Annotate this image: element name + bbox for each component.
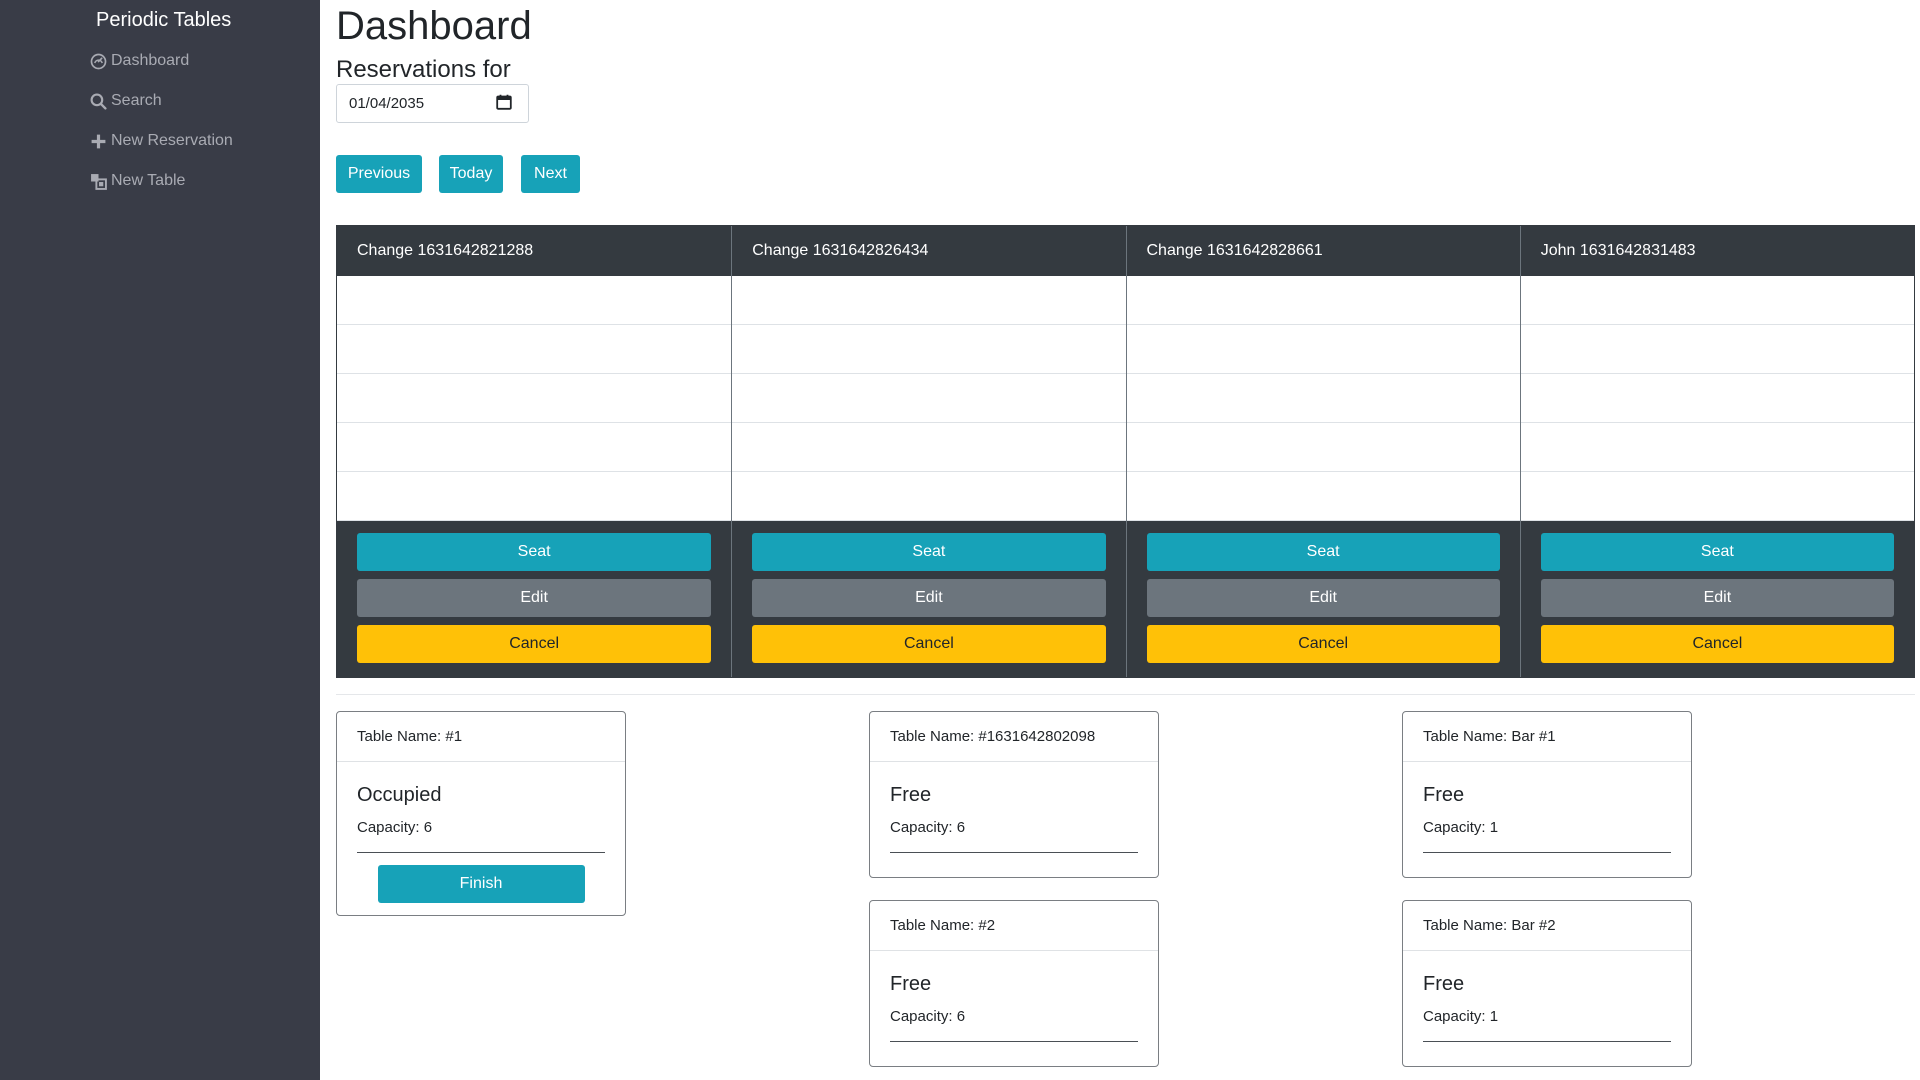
table-card: Table Name: #1631642802098 Free Capacity…	[869, 711, 1159, 878]
edit-button[interactable]: Edit	[1540, 579, 1894, 617]
reservation-detail-row	[1520, 325, 1914, 374]
table-card: Table Name: #2 Free Capacity: 6	[869, 900, 1159, 1067]
calendar-icon[interactable]	[496, 94, 516, 114]
table-capacity: Capacity: 6	[357, 819, 433, 836]
sidebar-item-new-reservation[interactable]: New Reservation	[90, 129, 233, 153]
table-name: Table Name: #1	[337, 712, 625, 762]
reservations-grid: Change 1631642821288 Seat Edit Cancel Ch…	[336, 225, 1915, 678]
reservation-detail-row	[732, 276, 1126, 325]
edit-button[interactable]: Edit	[752, 579, 1106, 617]
reservation-actions: Seat Edit Cancel	[1520, 521, 1914, 677]
reservation-card: Change 1631642828661 Seat Edit Cancel	[1125, 226, 1520, 677]
date-value: 01/04/2035	[349, 95, 425, 112]
table-card-body: Free Capacity: 6	[870, 951, 1158, 1066]
table-status: Free	[890, 784, 932, 806]
new-table-icon	[90, 173, 107, 190]
table-name: Table Name: Bar #1	[1403, 712, 1691, 762]
reservation-detail-row	[1126, 276, 1520, 325]
reservation-name: Change 1631642821288	[337, 226, 732, 276]
edit-button[interactable]: Edit	[357, 579, 712, 617]
cancel-button[interactable]: Cancel	[357, 625, 712, 663]
seat-button[interactable]: Seat	[752, 533, 1106, 571]
seat-button[interactable]: Seat	[357, 533, 712, 571]
reservation-detail-row	[732, 423, 1126, 472]
table-card: Table Name: Bar #1 Free Capacity: 1	[1402, 711, 1692, 878]
cancel-button[interactable]: Cancel	[1540, 625, 1894, 663]
reservation-actions: Seat Edit Cancel	[337, 521, 732, 677]
reservation-detail-row	[337, 374, 732, 423]
reservation-card: Change 1631642821288 Seat Edit Cancel	[337, 226, 732, 677]
table-card-body: Free Capacity: 1	[1403, 951, 1691, 1066]
reservation-detail-row	[1126, 472, 1520, 521]
table-card-body: Occupied Capacity: 6 Finish	[337, 762, 625, 915]
reservation-detail-row	[1520, 276, 1914, 325]
sidebar-item-label: Search	[111, 92, 162, 109]
reservation-name: Change 1631642828661	[1126, 226, 1520, 276]
reservation-detail-row	[1126, 423, 1520, 472]
reservation-detail-row	[732, 374, 1126, 423]
dashboard-icon	[90, 53, 107, 70]
reservation-detail-row	[337, 423, 732, 472]
table-card: Table Name: #1 Occupied Capacity: 6 Fini…	[336, 711, 626, 916]
seat-button[interactable]: Seat	[1146, 533, 1500, 571]
sidebar-item-new-table[interactable]: New Table	[90, 169, 185, 193]
reservations-for-heading: Reservations for	[336, 56, 511, 83]
finish-button[interactable]: Finish	[377, 865, 585, 903]
reservation-detail-row	[337, 325, 732, 374]
table-card: Table Name: Bar #2 Free Capacity: 1	[1402, 900, 1692, 1067]
search-icon	[90, 93, 107, 110]
reservation-name: John 1631642831483	[1520, 226, 1914, 276]
table-status: Free	[1423, 973, 1465, 995]
reservation-detail-row	[1126, 325, 1520, 374]
reservation-card: John 1631642831483 Seat Edit Cancel	[1519, 226, 1914, 677]
sidebar: Periodic Tables Dashboard Search New Res…	[0, 0, 320, 1080]
table-status: Free	[890, 973, 932, 995]
brand-title[interactable]: Periodic Tables	[96, 9, 231, 32]
reservation-name: Change 1631642826434	[732, 226, 1126, 276]
table-status: Free	[1423, 784, 1465, 806]
table-capacity: Capacity: 6	[890, 1008, 966, 1025]
reservation-detail-row	[1126, 374, 1520, 423]
reservation-detail-row	[1520, 472, 1914, 521]
sidebar-item-label: New Reservation	[111, 132, 233, 149]
sidebar-item-dashboard[interactable]: Dashboard	[90, 49, 189, 73]
reservation-actions: Seat Edit Cancel	[1126, 521, 1520, 677]
page-title: Dashboard	[336, 4, 532, 48]
cancel-button[interactable]: Cancel	[1146, 625, 1500, 663]
reservation-card: Change 1631642826434 Seat Edit Cancel	[731, 226, 1126, 677]
table-status: Occupied	[357, 784, 442, 806]
table-capacity: Capacity: 1	[1423, 1008, 1499, 1025]
reservation-detail-row	[337, 472, 732, 521]
reservation-date-input[interactable]: 01/04/2035	[336, 84, 529, 123]
seat-button[interactable]: Seat	[1540, 533, 1894, 571]
cancel-button[interactable]: Cancel	[752, 625, 1106, 663]
table-card-body: Free Capacity: 6	[870, 762, 1158, 877]
sidebar-item-search[interactable]: Search	[90, 89, 162, 113]
table-card-body: Free Capacity: 1	[1403, 762, 1691, 877]
table-name: Table Name: #1631642802098	[870, 712, 1158, 762]
next-button[interactable]: Next	[521, 155, 580, 193]
previous-button[interactable]: Previous	[336, 155, 422, 193]
reservation-detail-row	[732, 472, 1126, 521]
section-divider	[336, 694, 1915, 695]
table-capacity: Capacity: 1	[1423, 819, 1499, 836]
sidebar-item-label: Dashboard	[111, 52, 190, 69]
reservation-actions: Seat Edit Cancel	[732, 521, 1126, 677]
edit-button[interactable]: Edit	[1146, 579, 1500, 617]
plus-icon	[90, 133, 107, 150]
table-capacity: Capacity: 6	[890, 819, 966, 836]
reservation-detail-row	[1520, 423, 1914, 472]
table-name: Table Name: #2	[870, 901, 1158, 951]
reservation-detail-row	[1520, 374, 1914, 423]
today-button[interactable]: Today	[439, 155, 503, 193]
reservation-detail-row	[732, 325, 1126, 374]
table-name: Table Name: Bar #2	[1403, 901, 1691, 951]
sidebar-item-label: New Table	[111, 172, 186, 189]
reservation-detail-row	[337, 276, 732, 325]
